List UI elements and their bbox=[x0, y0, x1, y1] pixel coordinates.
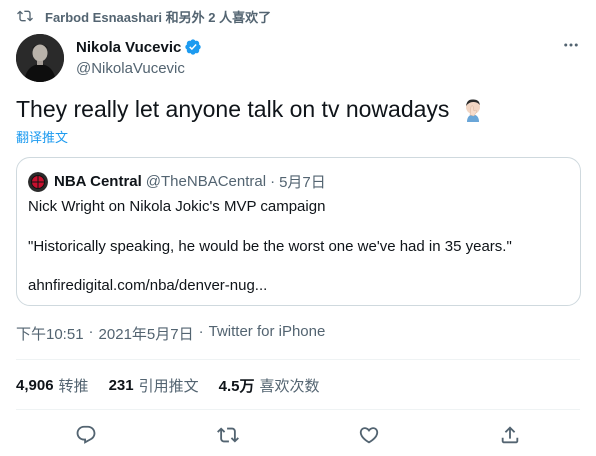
social-context: Farbod Esnaashari 和另外 2 人喜欢了 bbox=[16, 6, 271, 26]
quoted-text-line-2: "Historically speaking, he would be the … bbox=[28, 238, 512, 255]
meta-separator: · bbox=[88, 323, 94, 340]
quoted-link[interactable]: ahnfiredigital.com/nba/denver-nug... bbox=[28, 277, 267, 294]
retweet-icon[interactable] bbox=[217, 424, 239, 446]
tweet-author: Nikola Vucevic @NikolaVucevic bbox=[16, 34, 580, 82]
tweet-text-row: They really let anyone talk on tv nowada… bbox=[16, 96, 485, 123]
quotes-label: 引用推文 bbox=[138, 378, 199, 395]
author-handle[interactable]: @NikolaVucevic bbox=[76, 60, 202, 77]
divider bbox=[16, 359, 580, 360]
more-options-icon[interactable] bbox=[562, 36, 580, 54]
tweet-date[interactable]: 2021年5月7日 bbox=[99, 323, 194, 344]
retweets-stat[interactable]: 4,906 转推 bbox=[16, 375, 89, 396]
quoted-handle: @TheNBACentral bbox=[145, 173, 267, 190]
author-names: Nikola Vucevic @NikolaVucevic bbox=[76, 37, 202, 77]
retweets-count: 4,906 bbox=[16, 377, 54, 394]
tweet-time[interactable]: 下午10:51 bbox=[16, 323, 84, 344]
face-palm-emoji-icon bbox=[461, 98, 485, 122]
tweet-source[interactable]: Twitter for iPhone bbox=[209, 323, 326, 344]
social-context-text[interactable]: Farbod Esnaashari 和另外 2 人喜欢了 bbox=[45, 7, 271, 26]
author-display-name[interactable]: Nikola Vucevic bbox=[76, 39, 181, 56]
quotes-stat[interactable]: 231 引用推文 bbox=[109, 375, 199, 396]
tweet-timestamp: 下午10:51 · 2021年5月7日 · Twitter for iPhone bbox=[16, 323, 325, 344]
quoted-text-line-1: Nick Wright on Nikola Jokic's MVP campai… bbox=[28, 198, 326, 215]
avatar[interactable] bbox=[16, 34, 64, 82]
quotes-count: 231 bbox=[108, 377, 134, 394]
reply-icon[interactable] bbox=[75, 424, 97, 446]
like-icon[interactable] bbox=[358, 424, 380, 446]
divider bbox=[16, 409, 580, 410]
quoted-separator: · bbox=[270, 173, 276, 190]
likes-stat[interactable]: 4.5万 喜欢次数 bbox=[219, 375, 320, 396]
meta-separator: · bbox=[198, 323, 204, 340]
quoted-avatar bbox=[28, 171, 48, 192]
quoted-display-name: NBA Central bbox=[54, 173, 142, 190]
tweet-text: They really let anyone talk on tv nowada… bbox=[16, 96, 450, 122]
translate-tweet-link[interactable]: 翻译推文 bbox=[16, 127, 68, 146]
verified-badge-icon bbox=[184, 38, 202, 56]
quoted-date: 5月7日 bbox=[279, 174, 326, 191]
retweets-label: 转推 bbox=[58, 378, 89, 395]
retweet-icon bbox=[17, 8, 33, 24]
tweet-stats: 4,906 转推 231 引用推文 4.5万 喜欢次数 bbox=[16, 375, 339, 396]
quoted-tweet-header: NBA Central @TheNBACentral · 5月7日 bbox=[28, 171, 326, 192]
share-icon[interactable] bbox=[499, 424, 521, 446]
tweet-actions bbox=[16, 420, 580, 450]
likes-count: 4.5万 bbox=[218, 378, 255, 395]
quoted-tweet-card[interactable]: NBA Central @TheNBACentral · 5月7日 Nick W… bbox=[16, 157, 581, 306]
likes-label: 喜欢次数 bbox=[259, 378, 320, 395]
